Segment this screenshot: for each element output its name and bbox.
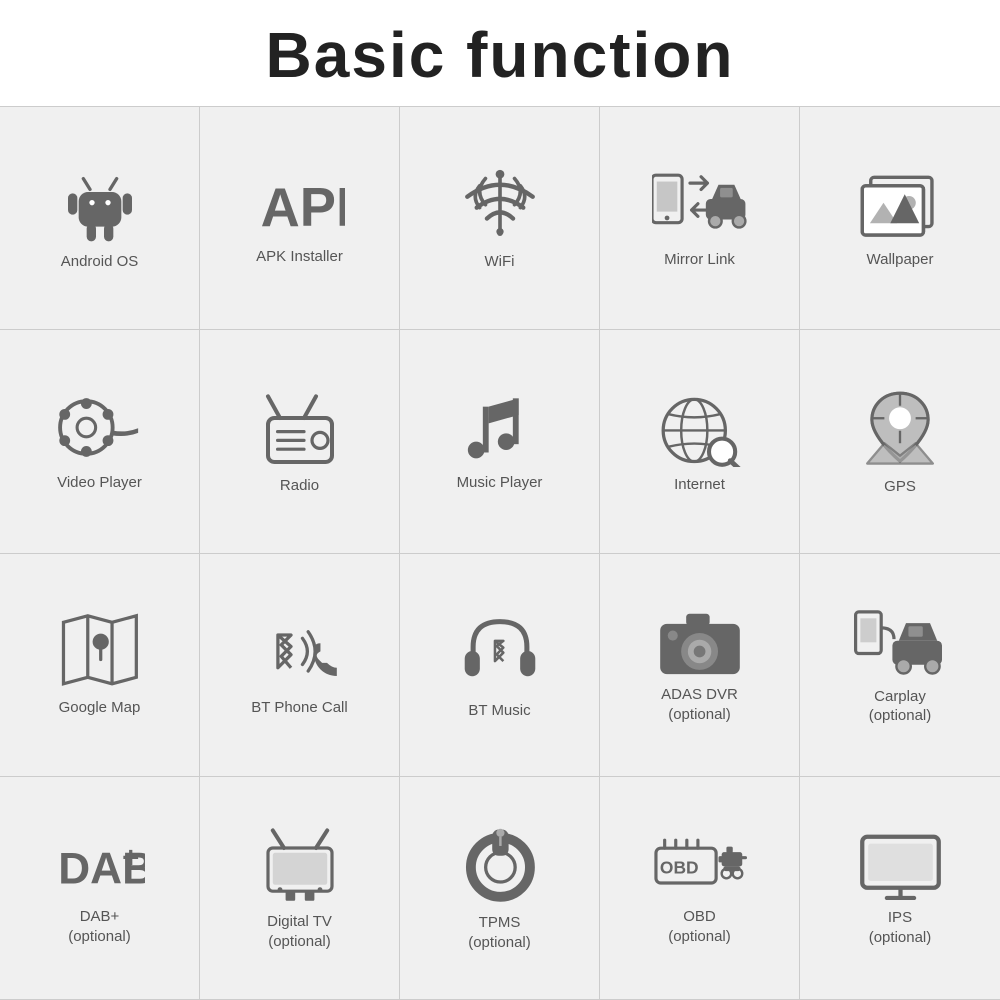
radio-icon bbox=[260, 388, 340, 468]
cell-radio: Radio bbox=[200, 330, 400, 553]
cell-carplay: Carplay (optional) bbox=[800, 554, 1000, 777]
obd-icon: OBD bbox=[652, 829, 747, 899]
dab-plus-label: DAB+ (optional) bbox=[68, 907, 131, 946]
gps-icon bbox=[860, 387, 940, 469]
cell-android-os: Android OS bbox=[0, 107, 200, 330]
cell-mirror-link: Mirror Link bbox=[600, 107, 800, 330]
svg-text:+: + bbox=[122, 842, 139, 875]
ips-label: IPS (optional) bbox=[869, 908, 932, 947]
cell-music-player: Music Player bbox=[400, 330, 600, 553]
tpms-icon bbox=[460, 823, 540, 905]
cell-video-player: Video Player bbox=[0, 330, 200, 553]
cell-gps: GPS bbox=[800, 330, 1000, 553]
android-os-label: Android OS bbox=[61, 252, 139, 272]
cell-ips: IPS (optional) bbox=[800, 777, 1000, 1000]
obd-label: OBD (optional) bbox=[668, 907, 731, 946]
carplay-icon bbox=[854, 604, 946, 679]
bt-phone-call-label: BT Phone Call bbox=[251, 698, 347, 718]
tpms-label: TPMS (optional) bbox=[468, 913, 531, 952]
wallpaper-icon bbox=[858, 167, 943, 242]
digital-tv-label: Digital TV (optional) bbox=[267, 912, 332, 951]
google-map-icon bbox=[57, 612, 142, 690]
wifi-icon bbox=[460, 164, 540, 244]
adas-dvr-label: ADAS DVR (optional) bbox=[661, 685, 738, 724]
page-title: Basic function bbox=[0, 18, 1000, 92]
cell-apk-installer: APP APK Installer bbox=[200, 107, 400, 330]
video-player-label: Video Player bbox=[57, 473, 142, 493]
video-player-icon bbox=[57, 390, 142, 465]
wallpaper-label: Wallpaper bbox=[867, 250, 934, 270]
svg-text:OBD: OBD bbox=[660, 858, 699, 878]
ips-icon bbox=[858, 828, 943, 900]
bt-music-icon bbox=[458, 609, 542, 693]
internet-label: Internet bbox=[674, 475, 725, 495]
page: Basic function Android OS APP APK Instal… bbox=[0, 0, 1000, 1000]
carplay-label: Carplay (optional) bbox=[869, 687, 932, 726]
cell-digital-tv: Digital TV (optional) bbox=[200, 777, 400, 1000]
svg-text:APP: APP bbox=[260, 178, 344, 238]
bt-music-label: BT Music bbox=[468, 701, 530, 721]
cell-dab-plus: DAB + DAB+ (optional) bbox=[0, 777, 200, 1000]
mirror-link-label: Mirror Link bbox=[664, 250, 735, 270]
apk-installer-label: APK Installer bbox=[256, 247, 343, 267]
mirror-link-icon bbox=[652, 167, 747, 242]
header: Basic function bbox=[0, 0, 1000, 107]
internet-icon bbox=[655, 389, 745, 467]
gps-label: GPS bbox=[884, 477, 916, 497]
radio-label: Radio bbox=[280, 476, 319, 496]
cell-adas-dvr: ADAS DVR (optional) bbox=[600, 554, 800, 777]
music-player-icon bbox=[457, 390, 542, 465]
cell-bt-music: BT Music bbox=[400, 554, 600, 777]
digital-tv-icon bbox=[260, 824, 340, 904]
dab-plus-icon: DAB + bbox=[55, 829, 145, 899]
adas-dvr-icon bbox=[656, 605, 744, 677]
google-map-label: Google Map bbox=[59, 698, 141, 718]
apk-installer-icon: APP bbox=[255, 169, 345, 239]
cell-wifi: WiFi bbox=[400, 107, 600, 330]
cell-tpms: TPMS (optional) bbox=[400, 777, 600, 1000]
wifi-label: WiFi bbox=[485, 252, 515, 272]
cell-google-map: Google Map bbox=[0, 554, 200, 777]
feature-grid: Android OS APP APK Installer WiFi Mirror… bbox=[0, 107, 1000, 1000]
cell-internet: Internet bbox=[600, 330, 800, 553]
cell-obd: OBD OBD (optional) bbox=[600, 777, 800, 1000]
cell-wallpaper: Wallpaper bbox=[800, 107, 1000, 330]
android-os-icon bbox=[60, 164, 140, 244]
music-player-label: Music Player bbox=[457, 473, 543, 493]
cell-bt-phone-call: BT Phone Call bbox=[200, 554, 400, 777]
bt-phone-call-icon bbox=[255, 612, 345, 690]
